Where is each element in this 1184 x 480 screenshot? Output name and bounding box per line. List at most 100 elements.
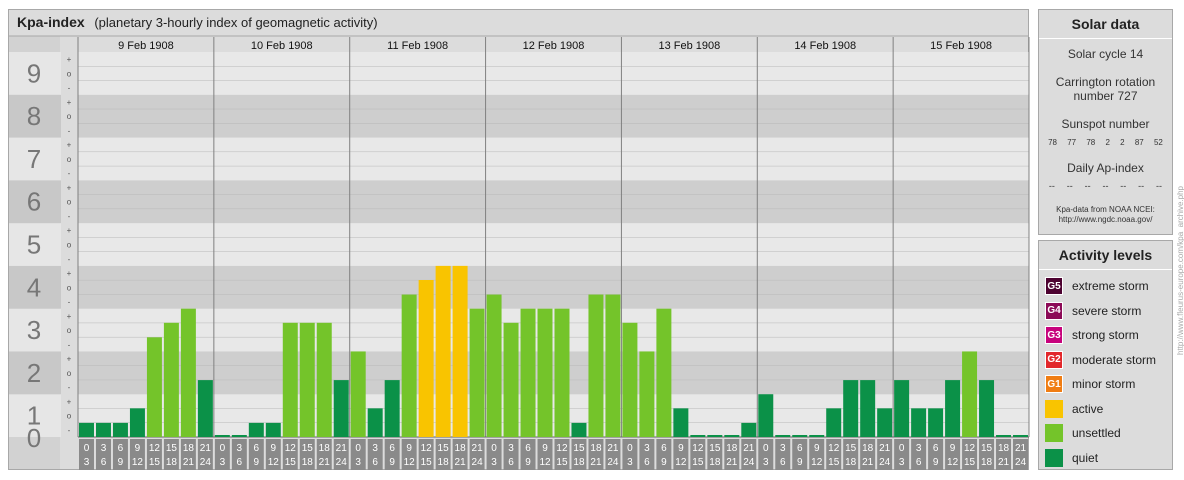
kp-bar	[724, 435, 740, 437]
kp-bar	[639, 351, 655, 437]
y-subtick-label: +	[67, 397, 72, 406]
interval-end-label: 18	[573, 457, 585, 468]
solar-data-panel: Solar data Solar cycle 14 Carrington rot…	[1038, 9, 1173, 235]
y-subtick-label: +	[67, 183, 72, 192]
activity-level-item: G3 strong storm	[1039, 323, 1172, 348]
kp-bar	[384, 380, 400, 437]
y-subtick-label: -	[68, 426, 71, 435]
interval-start-label: 18	[455, 443, 467, 454]
interval-start-label: 12	[421, 443, 433, 454]
interval-start-label: 6	[254, 443, 260, 454]
kp-bar	[282, 322, 298, 437]
kp-bar	[622, 322, 638, 437]
interval-start-label: 3	[780, 443, 786, 454]
interval-start-label: 21	[743, 443, 755, 454]
sunspot-value: 2	[1105, 138, 1110, 147]
kp-bar	[826, 408, 842, 437]
kp-bar	[248, 422, 264, 437]
level-swatch	[1045, 399, 1063, 418]
activity-level-item: active	[1039, 397, 1172, 422]
interval-start-label: 12	[285, 443, 297, 454]
interval-start-label: 3	[644, 443, 650, 454]
interval-start-label: 21	[1015, 443, 1027, 454]
interval-end-label: 24	[879, 457, 891, 468]
kp-bar	[180, 308, 196, 437]
interval-end-label: 21	[455, 457, 467, 468]
sunspot-value: 77	[1067, 138, 1077, 147]
interval-start-label: 9	[542, 443, 548, 454]
interval-end-label: 18	[438, 457, 450, 468]
activity-levels-list: G5 extreme storm G4 severe storm G3 strong st…	[1039, 270, 1172, 470]
interval-end-label: 3	[899, 457, 905, 468]
activity-level-item: G5 extreme storm	[1039, 274, 1172, 299]
kp-bar	[95, 422, 111, 437]
activity-level-item: G2 moderate storm	[1039, 348, 1172, 373]
interval-start-label: 0	[491, 443, 497, 454]
level-label: strong storm	[1072, 328, 1139, 343]
interval-end-label: 3	[627, 457, 633, 468]
kp-bar	[843, 380, 859, 437]
kp-bar	[503, 322, 519, 437]
interval-end-label: 15	[828, 457, 840, 468]
y-tick-label: 2	[27, 358, 41, 388]
kp-bar	[928, 408, 944, 437]
interval-start-label: 18	[862, 443, 874, 454]
kp-bar	[452, 265, 468, 437]
interval-end-label: 3	[84, 457, 90, 468]
y-subtick-label: o	[67, 112, 72, 121]
level-label: extreme storm	[1072, 279, 1149, 294]
day-label: 9 Feb 1908	[118, 40, 174, 52]
interval-start-label: 0	[627, 443, 633, 454]
interval-end-label: 12	[539, 457, 551, 468]
interval-start-label: 21	[472, 443, 484, 454]
kp-bar	[571, 422, 587, 437]
interval-start-label: 9	[135, 443, 141, 454]
kp-bar	[469, 308, 485, 437]
interval-end-label: 3	[355, 457, 361, 468]
level-swatch: G3	[1045, 326, 1063, 345]
interval-start-label: 15	[845, 443, 857, 454]
interval-start-label: 15	[302, 443, 314, 454]
interval-end-label: 15	[692, 457, 704, 468]
y-tick-label: 5	[27, 230, 41, 260]
level-swatch: G5	[1045, 277, 1063, 296]
level-label: moderate storm	[1072, 352, 1157, 367]
kp-bar	[979, 380, 995, 437]
interval-start-label: 3	[508, 443, 514, 454]
interval-end-label: 6	[916, 457, 922, 468]
kp-bar	[367, 408, 383, 437]
kp-bar	[707, 435, 723, 437]
kp-bar	[333, 380, 349, 437]
kp-bar	[435, 265, 451, 437]
y-subtick-label: o	[67, 369, 72, 378]
kp-chart: -o+-o+-o+-o+-o+-o+-o+-o+-o+01234567899 F…	[8, 35, 1030, 470]
y-subtick-label: o	[67, 326, 72, 335]
interval-start-label: 18	[998, 443, 1010, 454]
interval-start-label: 12	[964, 443, 976, 454]
y-subtick-label: +	[67, 55, 72, 64]
interval-end-label: 6	[508, 457, 514, 468]
solar-cycle: Solar cycle 14	[1067, 47, 1144, 61]
interval-start-label: 12	[556, 443, 568, 454]
level-label: severe storm	[1072, 303, 1142, 318]
interval-end-label: 15	[421, 457, 433, 468]
interval-end-label: 12	[947, 457, 959, 468]
interval-start-label: 21	[336, 443, 348, 454]
kp-bar	[656, 308, 672, 437]
interval-end-label: 21	[319, 457, 331, 468]
y-subtick-label: o	[67, 283, 72, 292]
y-subtick-label: -	[68, 126, 71, 135]
kp-bar	[79, 422, 94, 437]
interval-start-label: 18	[183, 443, 195, 454]
data-credit: Kpa-data from NOAA NCEI: http://www.ngdc…	[1039, 205, 1172, 225]
y-subtick-label: +	[67, 226, 72, 235]
level-label: unsettled	[1072, 426, 1121, 441]
interval-end-label: 9	[389, 457, 395, 468]
activity-level-item: G1 minor storm	[1039, 372, 1172, 397]
interval-end-label: 3	[220, 457, 226, 468]
interval-end-label: 6	[644, 457, 650, 468]
y-tick-label: 8	[27, 101, 41, 131]
ap-title: Daily Ap-index	[1067, 161, 1144, 175]
level-band	[78, 308, 1029, 352]
interval-start-label: 6	[389, 443, 395, 454]
